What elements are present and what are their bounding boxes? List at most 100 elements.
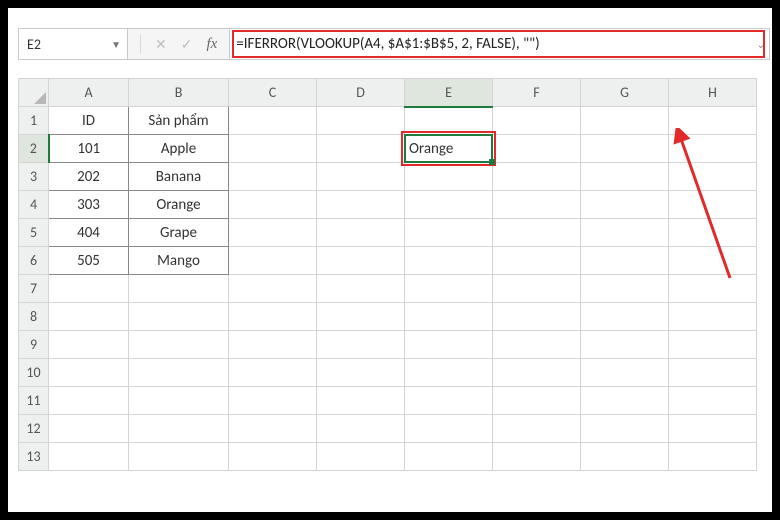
cell-C9[interactable] [229,331,317,359]
row-header-6[interactable]: 6 [19,247,49,275]
cell-E5[interactable] [405,219,493,247]
cell-A5[interactable]: 404 [49,219,129,247]
cell-H7[interactable] [669,275,757,303]
cell-F8[interactable] [493,303,581,331]
cell-D13[interactable] [317,443,405,471]
cell-F10[interactable] [493,359,581,387]
cell-C6[interactable] [229,247,317,275]
name-box[interactable]: E2 ▼ [18,29,128,59]
row-header-2[interactable]: 2 [19,135,49,163]
row-header-10[interactable]: 10 [19,359,49,387]
cell-A13[interactable] [49,443,129,471]
cell-C13[interactable] [229,443,317,471]
select-all-corner[interactable] [19,79,49,107]
cell-G2[interactable] [581,135,669,163]
col-header-C[interactable]: C [229,79,317,107]
cell-E6[interactable] [405,247,493,275]
cell-C5[interactable] [229,219,317,247]
cell-B4[interactable]: Orange [129,191,229,219]
cell-A6[interactable]: 505 [49,247,129,275]
cell-B10[interactable] [129,359,229,387]
row-header-13[interactable]: 13 [19,443,49,471]
cell-G1[interactable] [581,107,669,135]
cell-C10[interactable] [229,359,317,387]
cell-D7[interactable] [317,275,405,303]
cell-B7[interactable] [129,275,229,303]
cell-H5[interactable] [669,219,757,247]
row-header-5[interactable]: 5 [19,219,49,247]
cell-H10[interactable] [669,359,757,387]
cell-C1[interactable] [229,107,317,135]
cell-H1[interactable] [669,107,757,135]
cell-B9[interactable] [129,331,229,359]
col-header-H[interactable]: H [669,79,757,107]
cell-F2[interactable] [493,135,581,163]
cell-A7[interactable] [49,275,129,303]
fx-icon[interactable]: fx [206,36,217,53]
cell-H12[interactable] [669,415,757,443]
cell-F12[interactable] [493,415,581,443]
cell-F13[interactable] [493,443,581,471]
cell-D1[interactable] [317,107,405,135]
row-header-4[interactable]: 4 [19,191,49,219]
cell-C11[interactable] [229,387,317,415]
cell-C7[interactable] [229,275,317,303]
expand-formula-icon[interactable]: ⌄ [757,38,765,51]
cell-A2[interactable]: 101 [49,135,129,163]
cell-B11[interactable] [129,387,229,415]
cell-A11[interactable] [49,387,129,415]
cell-F1[interactable] [493,107,581,135]
formula-input[interactable]: =IFERROR(VLOOKUP(A4, $A$1:$B$5, 2, FALSE… [230,29,769,59]
row-header-9[interactable]: 9 [19,331,49,359]
cell-D5[interactable] [317,219,405,247]
cell-B2[interactable]: Apple [129,135,229,163]
cell-H4[interactable] [669,191,757,219]
cell-F7[interactable] [493,275,581,303]
cell-D9[interactable] [317,331,405,359]
cell-A1[interactable]: ID [49,107,129,135]
cell-H6[interactable] [669,247,757,275]
cell-E4[interactable] [405,191,493,219]
cell-C8[interactable] [229,303,317,331]
cell-E12[interactable] [405,415,493,443]
col-header-E[interactable]: E [405,79,493,107]
cell-A9[interactable] [49,331,129,359]
cell-B1[interactable]: Sản phẩm [129,107,229,135]
cell-B13[interactable] [129,443,229,471]
cell-A10[interactable] [49,359,129,387]
cell-F3[interactable] [493,163,581,191]
cell-G10[interactable] [581,359,669,387]
cell-B8[interactable] [129,303,229,331]
row-header-11[interactable]: 11 [19,387,49,415]
cell-F11[interactable] [493,387,581,415]
col-header-F[interactable]: F [493,79,581,107]
col-header-A[interactable]: A [49,79,129,107]
cell-G4[interactable] [581,191,669,219]
cell-G5[interactable] [581,219,669,247]
col-header-B[interactable]: B [129,79,229,107]
cell-E11[interactable] [405,387,493,415]
col-header-G[interactable]: G [581,79,669,107]
cell-G12[interactable] [581,415,669,443]
cell-C3[interactable] [229,163,317,191]
cell-D4[interactable] [317,191,405,219]
enter-icon[interactable]: ✓ [181,36,193,53]
cell-G13[interactable] [581,443,669,471]
cell-A4[interactable]: 303 [49,191,129,219]
cell-B6[interactable]: Mango [129,247,229,275]
col-header-D[interactable]: D [317,79,405,107]
cell-D10[interactable] [317,359,405,387]
cell-E8[interactable] [405,303,493,331]
cell-E10[interactable] [405,359,493,387]
cell-H2[interactable] [669,135,757,163]
cell-G3[interactable] [581,163,669,191]
spreadsheet-grid[interactable]: A B C D E F G H 1 ID Sản phẩm [18,78,770,471]
fill-handle[interactable] [489,159,495,165]
sheet-table[interactable]: A B C D E F G H 1 ID Sản phẩm [18,78,757,471]
cell-B5[interactable]: Grape [129,219,229,247]
cell-F5[interactable] [493,219,581,247]
cell-G9[interactable] [581,331,669,359]
cell-E1[interactable] [405,107,493,135]
cell-E9[interactable] [405,331,493,359]
cell-D12[interactable] [317,415,405,443]
